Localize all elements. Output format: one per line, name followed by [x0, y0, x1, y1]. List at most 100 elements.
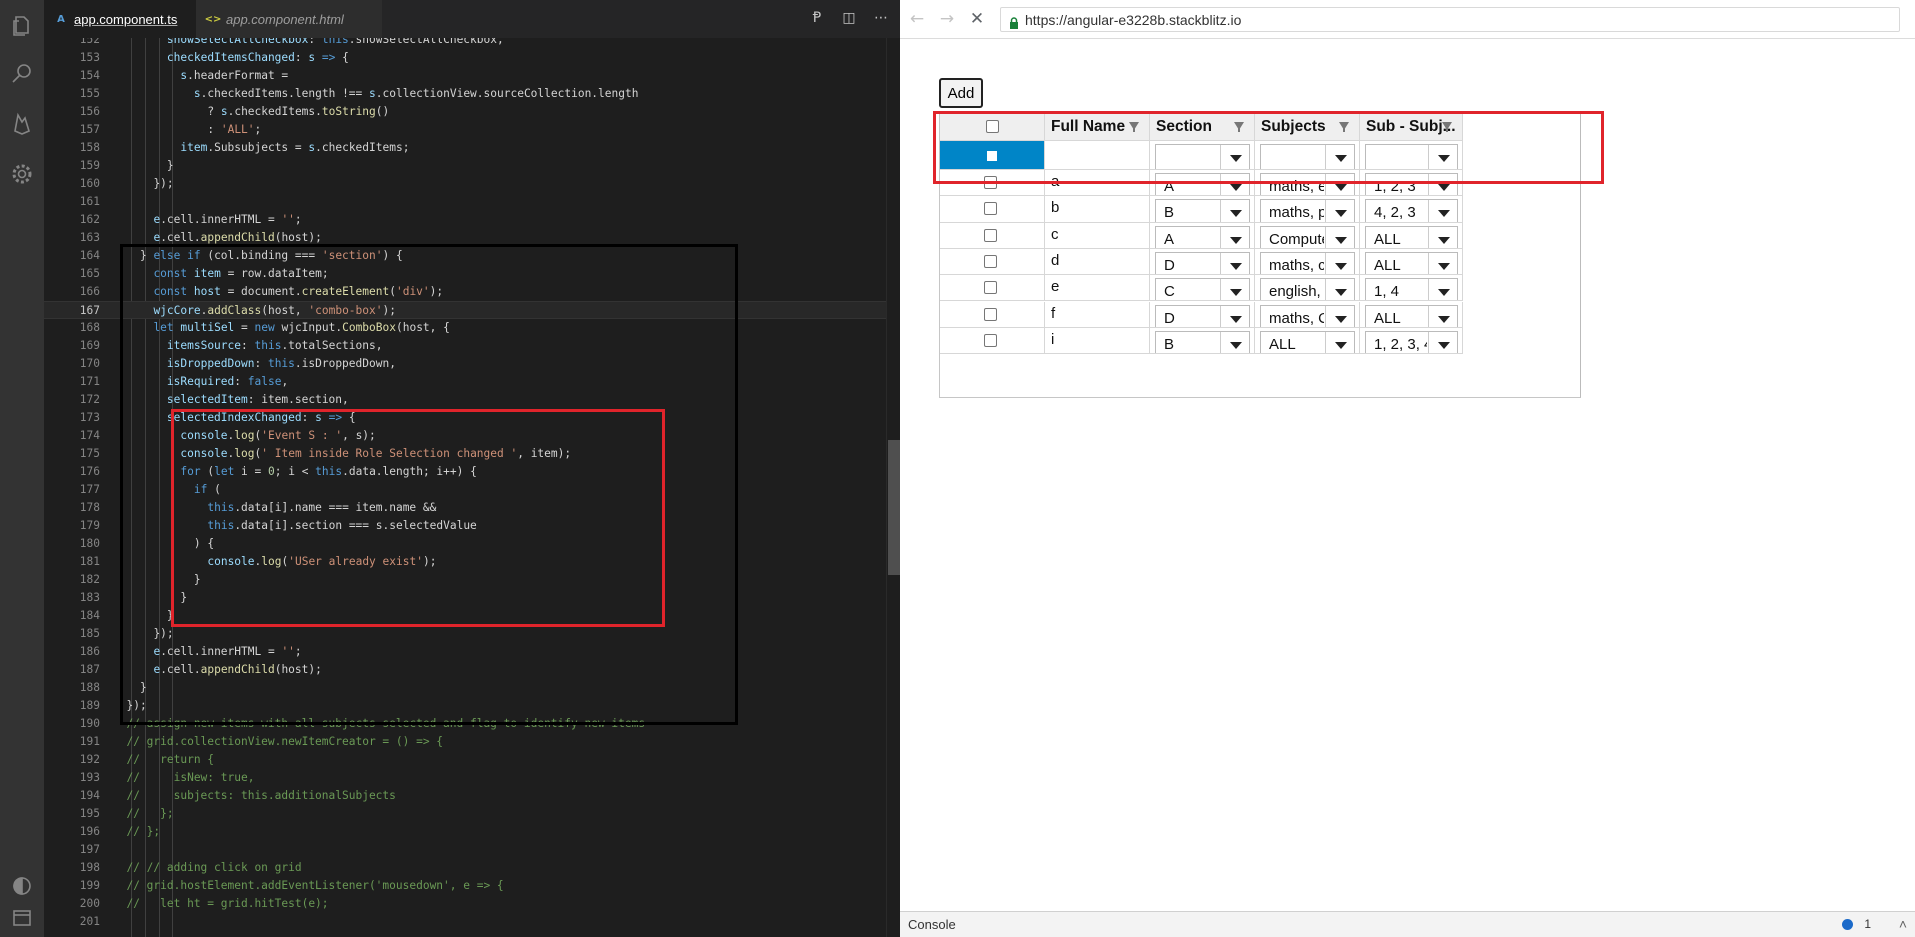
code-line[interactable]: 192 // return { — [44, 751, 900, 769]
sub-cell[interactable]: 4, 2, 3 — [1360, 196, 1463, 223]
chevron-down-icon[interactable] — [1325, 200, 1354, 222]
row-checkbox[interactable] — [984, 254, 997, 268]
code-line[interactable]: 154 s.headerFormat = — [44, 67, 900, 85]
chevron-down-icon[interactable] — [1428, 252, 1457, 275]
row-checkbox[interactable] — [984, 281, 997, 295]
chevron-down-icon[interactable] — [1220, 331, 1249, 354]
more-actions-icon[interactable]: ⋯ — [872, 9, 890, 27]
subjects-cell[interactable]: Compute — [1255, 222, 1360, 249]
forward-icon[interactable]: → — [936, 8, 958, 30]
combo-box[interactable]: B — [1155, 199, 1250, 222]
preview-icon[interactable]: Ᵽ — [808, 9, 826, 27]
name-cell[interactable]: c — [1045, 222, 1150, 249]
subjects-cell[interactable]: english, p — [1255, 275, 1360, 302]
row-checkbox[interactable] — [984, 307, 997, 321]
chevron-down-icon[interactable] — [1220, 252, 1249, 275]
combo-box[interactable]: english, p — [1260, 278, 1355, 301]
code-line[interactable]: 195 // }; — [44, 805, 900, 823]
panel-icon[interactable] — [8, 904, 36, 932]
row-selector[interactable] — [940, 301, 1045, 328]
row-checkbox[interactable] — [984, 202, 997, 216]
row-checkbox[interactable] — [984, 333, 997, 347]
section-cell[interactable]: B — [1150, 196, 1255, 223]
section-cell[interactable]: A — [1150, 222, 1255, 249]
code-line[interactable]: 161 — [44, 193, 900, 211]
code-line[interactable]: 156 ? s.checkedItems.toString() — [44, 103, 900, 121]
console-label[interactable]: Console — [908, 917, 956, 932]
name-cell[interactable]: b — [1045, 196, 1150, 223]
code-line[interactable]: 159} — [44, 157, 900, 175]
chevron-down-icon[interactable] — [1220, 226, 1249, 248]
gear-icon[interactable] — [8, 160, 36, 188]
name-cell[interactable]: f — [1045, 301, 1150, 328]
combo-box[interactable]: maths, pl — [1260, 199, 1355, 222]
chevron-down-icon[interactable] — [1428, 279, 1457, 301]
row-selector[interactable] — [940, 222, 1045, 249]
combo-box[interactable]: 4, 2, 3 — [1365, 199, 1458, 222]
code-line[interactable]: 153 checkedItemsChanged: s => { — [44, 49, 900, 67]
chevron-down-icon[interactable] — [1325, 279, 1354, 301]
stop-loading-icon[interactable]: ✕ — [966, 8, 988, 30]
code-line[interactable]: 193 // isNew: true, — [44, 769, 900, 787]
subjects-cell[interactable]: ALL — [1255, 327, 1360, 355]
tab-app-component-html[interactable]: <> app.component.html — [196, 0, 382, 38]
combo-box[interactable]: ALL — [1365, 304, 1458, 327]
chevron-down-icon[interactable] — [1325, 226, 1354, 248]
sub-cell[interactable]: ALL — [1360, 222, 1463, 249]
section-cell[interactable]: C — [1150, 275, 1255, 302]
add-button[interactable]: Add — [939, 78, 983, 108]
name-cell[interactable]: d — [1045, 248, 1150, 276]
code-line[interactable]: 201 — [44, 913, 900, 931]
sub-cell[interactable]: ALL — [1360, 248, 1463, 276]
url-field[interactable]: https://angular-e3228b.stackblitz.io — [1000, 7, 1900, 32]
combo-box[interactable]: 1, 4 — [1365, 278, 1458, 301]
code-line[interactable]: 191 // grid.collectionView.newItemCreator… — [44, 733, 900, 751]
code-line[interactable]: 199 // grid.hostElement.addEventListener(… — [44, 877, 900, 895]
chevron-down-icon[interactable] — [1220, 305, 1249, 327]
subjects-cell[interactable]: maths, Co — [1255, 301, 1360, 328]
chevron-down-icon[interactable] — [1428, 331, 1457, 354]
combo-box[interactable]: D — [1155, 304, 1250, 327]
back-icon[interactable]: ← — [906, 8, 928, 30]
section-cell[interactable]: D — [1150, 301, 1255, 328]
code-line[interactable]: 197 — [44, 841, 900, 859]
subjects-cell[interactable]: maths, pl — [1255, 196, 1360, 223]
combo-box[interactable]: Compute — [1260, 225, 1355, 248]
chevron-down-icon[interactable] — [1325, 331, 1354, 354]
combo-box[interactable]: C — [1155, 278, 1250, 301]
code-line[interactable]: 198 // // adding click on grid — [44, 859, 900, 877]
chevron-up-icon[interactable]: ˄ — [1899, 916, 1907, 932]
combo-box[interactable]: 1, 2, 3, 4, — [1365, 330, 1458, 354]
theme-toggle-icon[interactable] — [8, 872, 36, 900]
row-checkbox[interactable] — [984, 228, 997, 242]
chevron-down-icon[interactable] — [1325, 305, 1354, 327]
explorer-icon[interactable] — [8, 12, 36, 40]
row-selector[interactable] — [940, 196, 1045, 223]
combo-box[interactable]: ALL — [1260, 330, 1355, 354]
split-editor-icon[interactable]: ◫ — [840, 9, 858, 27]
sub-cell[interactable]: 1, 2, 3, 4, — [1360, 327, 1463, 355]
section-cell[interactable]: B — [1150, 327, 1255, 355]
editor-scrollbar-thumb[interactable] — [888, 440, 900, 575]
name-cell[interactable]: i — [1045, 327, 1150, 355]
combo-box[interactable]: A — [1155, 225, 1250, 248]
code-line[interactable]: 155 s.checkedItems.length !== s.collectio… — [44, 85, 900, 103]
combo-box[interactable]: ALL — [1365, 251, 1458, 275]
search-icon[interactable] — [8, 60, 36, 88]
chevron-down-icon[interactable] — [1220, 200, 1249, 222]
combo-box[interactable]: D — [1155, 251, 1250, 275]
section-cell[interactable]: D — [1150, 248, 1255, 276]
combo-box[interactable]: maths, Co — [1260, 304, 1355, 327]
chevron-down-icon[interactable] — [1428, 226, 1457, 248]
tab-app-component-ts[interactable]: A app.component.ts — [44, 0, 196, 38]
sub-cell[interactable]: ALL — [1360, 301, 1463, 328]
row-selector[interactable] — [940, 275, 1045, 302]
code-line[interactable]: 158 item.Subsubjects = s.checkedItems; — [44, 139, 900, 157]
subjects-cell[interactable]: maths, ch — [1255, 248, 1360, 276]
row-selector[interactable] — [940, 327, 1045, 355]
sub-cell[interactable]: 1, 4 — [1360, 275, 1463, 302]
name-cell[interactable]: e — [1045, 275, 1150, 302]
combo-box[interactable]: ALL — [1365, 225, 1458, 248]
code-line[interactable]: 160}); — [44, 175, 900, 193]
row-selector[interactable] — [940, 248, 1045, 276]
